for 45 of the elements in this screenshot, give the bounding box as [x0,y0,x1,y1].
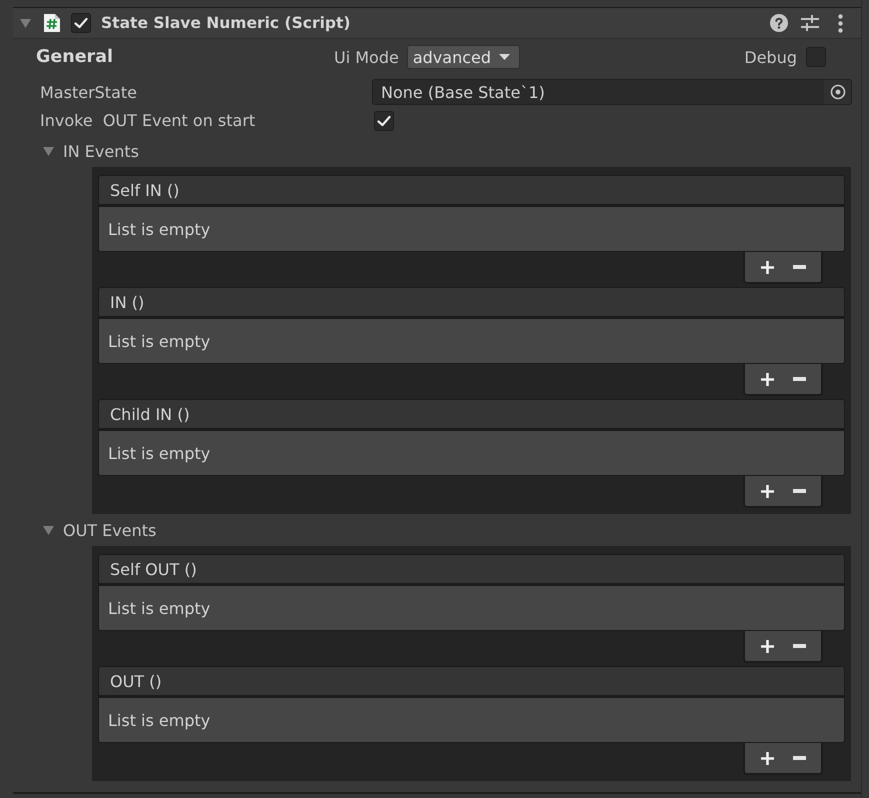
caret-icon [498,54,510,60]
foldout-triangle-icon[interactable] [20,18,31,28]
target-icon [830,84,846,100]
object-picker-button[interactable] [824,80,851,104]
minus-icon [792,756,806,760]
event-header: Child IN () [98,399,845,429]
foldout-triangle-icon[interactable] [43,526,54,534]
plus-icon [760,640,774,652]
checkmark-icon [74,17,88,29]
sliders-icon[interactable] [800,14,820,32]
debug-checkbox[interactable] [806,47,826,67]
field-label: Invoke OUT Event on start [40,111,256,130]
component-enabled-checkbox[interactable] [71,13,91,33]
foldout-label[interactable]: OUT Events [63,520,156,540]
empty-list-message: List is empty [98,696,845,743]
ui-mode-dropdown[interactable]: advanced [406,45,520,69]
empty-list-message: List is empty [98,317,845,364]
minus-icon [792,377,806,381]
event-header: OUT () [98,666,845,696]
event-header: IN () [98,287,845,317]
plus-icon [760,372,774,386]
field-checkbox[interactable] [374,110,394,130]
minus-icon [792,265,806,269]
foldout-label[interactable]: IN Events [63,142,139,160]
script-file-icon [43,13,61,33]
plus-icon [760,752,774,764]
field-label: MasterState [40,82,138,102]
empty-list-message: List is empty [98,205,845,252]
minus-icon [792,489,806,493]
plus-icon [760,260,774,274]
foldout-triangle-icon[interactable] [43,146,54,156]
section-heading: General [36,47,114,67]
kebab-menu-icon[interactable] [838,14,843,32]
checkmark-icon [377,114,391,126]
object-field[interactable]: None (Base State`1) [372,79,852,105]
debug-label: Debug [744,48,797,66]
event-header: Self OUT () [98,554,845,584]
minus-icon [792,644,806,648]
empty-list-message: List is empty [98,429,845,476]
help-icon[interactable] [770,14,788,32]
component-title: State Slave Numeric (Script) [101,14,350,32]
plus-icon [760,484,774,498]
event-header: Self IN () [98,175,845,205]
ui-mode-label: Ui Mode [334,48,399,66]
empty-list-message: List is empty [98,584,845,631]
